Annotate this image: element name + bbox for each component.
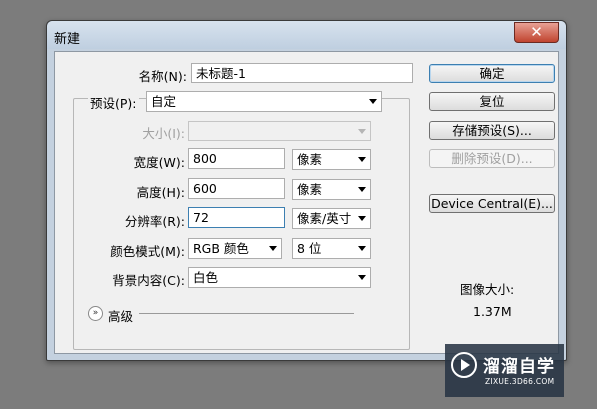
preset-label: 预设(P): — [88, 93, 139, 112]
resolution-label: 分辨率(R): — [124, 214, 185, 229]
resolution-unit-select[interactable]: 像素/英寸 — [292, 208, 371, 229]
new-document-dialog: 新建 ✕ 名称(N): 未标题-1 预设(P): 自定 大小(I): 宽度(W)… — [46, 20, 567, 361]
watermark-url: ZIXUE.3D66.COM — [485, 377, 555, 386]
color-mode-label: 颜色模式(M): — [110, 244, 185, 259]
width-label: 宽度(W): — [133, 155, 185, 170]
reset-button[interactable]: 复位 — [429, 92, 555, 111]
chevron-down-icon — [358, 275, 366, 280]
height-input[interactable]: 600 — [188, 178, 285, 199]
chevron-down-icon — [358, 129, 366, 134]
bit-depth-value: 8 位 — [297, 241, 322, 256]
dialog-title: 新建 — [54, 32, 81, 47]
device-central-button[interactable]: Device Central(E)... — [429, 194, 555, 213]
chevron-down-icon — [358, 157, 366, 162]
size-select — [188, 121, 371, 141]
height-unit-value: 像素 — [297, 182, 323, 197]
image-size-label: 图像大小: — [460, 282, 515, 297]
size-label: 大小(I): — [142, 126, 185, 141]
image-size-value: 1.37M — [473, 304, 512, 319]
save-preset-button[interactable]: 存储预设(S)... — [429, 121, 555, 140]
resolution-unit-value: 像素/英寸 — [297, 211, 352, 226]
chevron-double-down-icon[interactable]: » — [88, 306, 103, 321]
background-value: 白色 — [193, 270, 219, 285]
preset-select[interactable]: 自定 — [146, 91, 382, 112]
color-mode-value: RGB 颜色 — [193, 241, 249, 256]
watermark-name: 溜溜自学 — [483, 357, 555, 377]
advanced-label[interactable]: 高级 — [108, 306, 133, 325]
height-label: 高度(H): — [136, 185, 185, 200]
title-bar[interactable]: 新建 ✕ — [47, 21, 566, 49]
close-button[interactable]: ✕ — [514, 22, 559, 43]
ok-button[interactable]: 确定 — [429, 64, 555, 83]
chevron-down-icon — [358, 216, 366, 221]
width-unit-value: 像素 — [297, 152, 323, 167]
close-icon: ✕ — [530, 23, 543, 41]
width-input[interactable]: 800 — [188, 148, 285, 169]
play-logo-icon — [451, 352, 477, 378]
name-label: 名称(N): — [138, 69, 187, 84]
width-unit-select[interactable]: 像素 — [292, 149, 371, 170]
dialog-body: 名称(N): 未标题-1 预设(P): 自定 大小(I): 宽度(W): 800… — [54, 51, 559, 354]
background-select[interactable]: 白色 — [188, 267, 371, 288]
chevron-down-icon — [358, 246, 366, 251]
chevron-down-icon — [369, 99, 377, 104]
advanced-divider — [139, 313, 354, 314]
delete-preset-button: 删除预设(D)... — [429, 149, 555, 168]
chevron-down-icon — [269, 246, 277, 251]
resolution-input[interactable]: 72 — [188, 207, 285, 228]
color-mode-select[interactable]: RGB 颜色 — [188, 238, 282, 259]
bit-depth-select[interactable]: 8 位 — [292, 238, 371, 259]
height-unit-select[interactable]: 像素 — [292, 179, 371, 200]
preset-value: 自定 — [151, 94, 177, 109]
watermark: 溜溜自学 ZIXUE.3D66.COM — [445, 344, 564, 397]
chevron-down-icon — [358, 187, 366, 192]
background-label: 背景内容(C): — [112, 273, 185, 288]
name-input[interactable]: 未标题-1 — [191, 63, 413, 83]
